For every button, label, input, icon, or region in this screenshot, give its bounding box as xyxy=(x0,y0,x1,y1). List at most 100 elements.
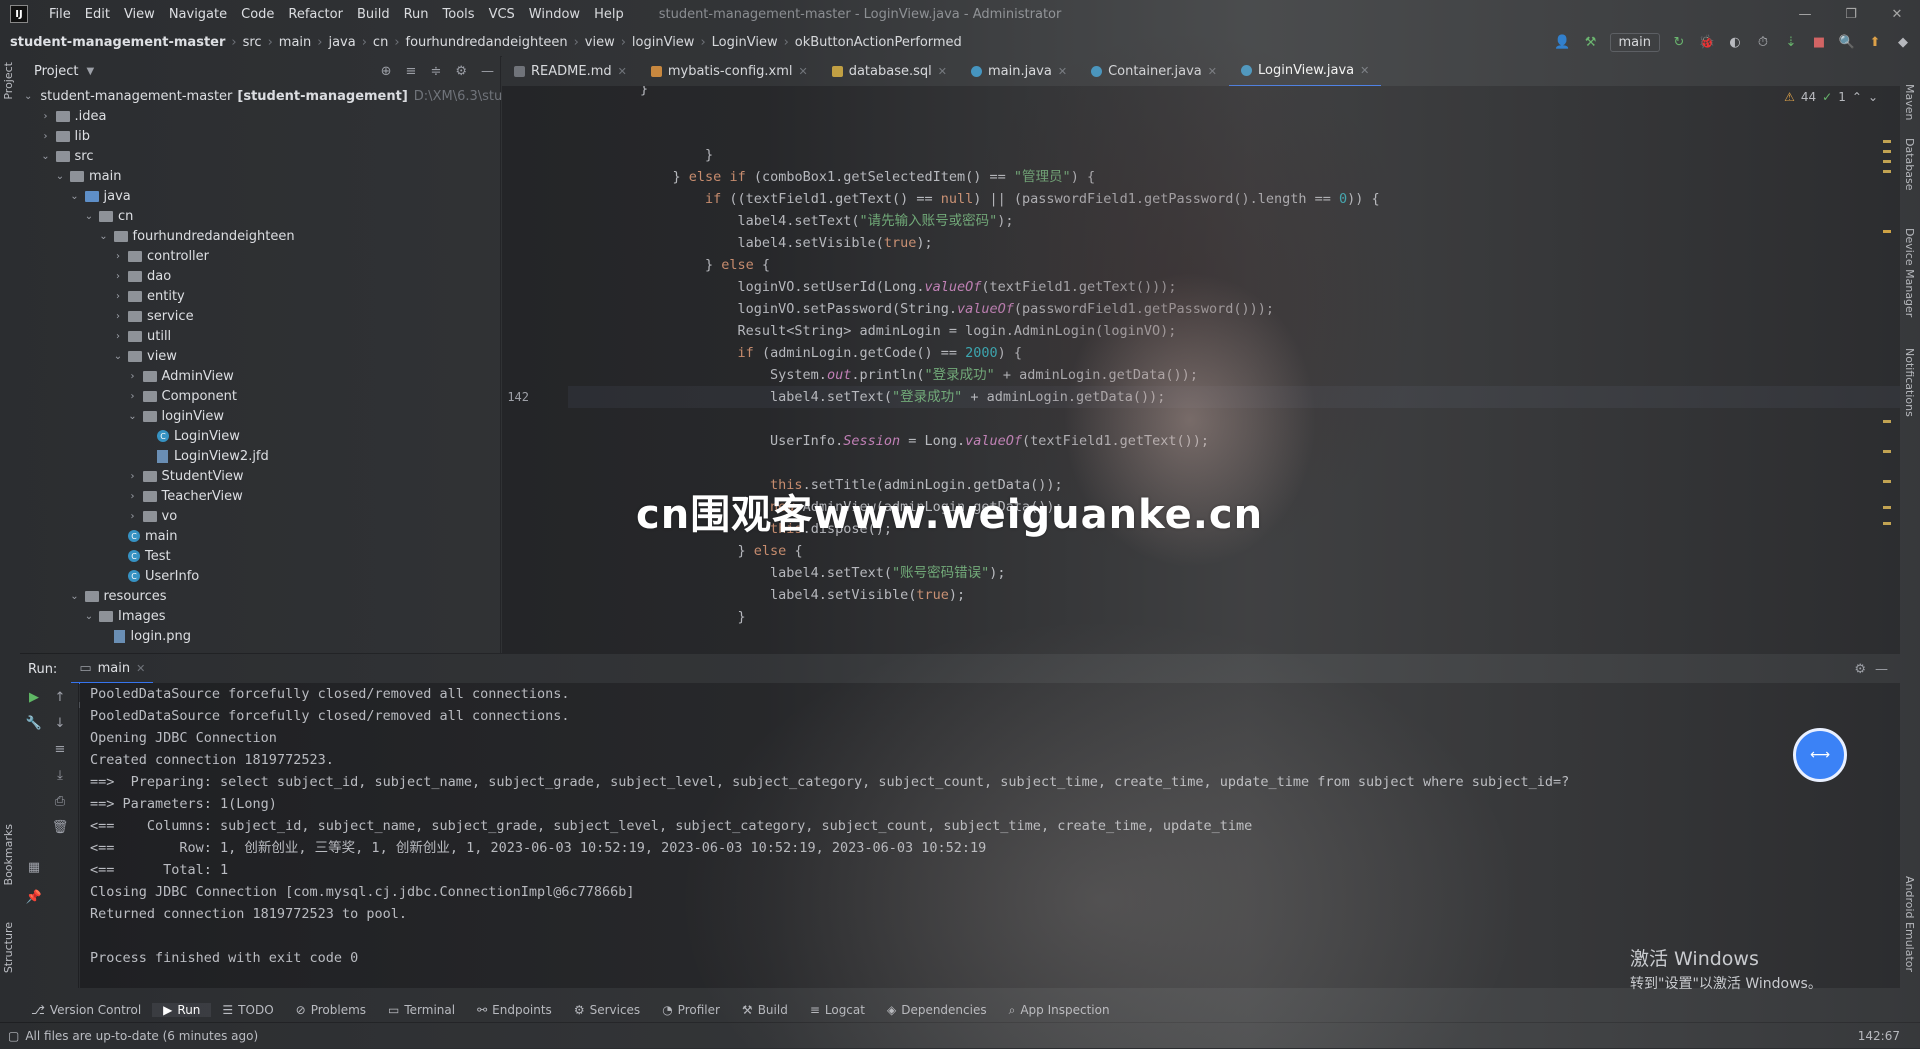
print-icon[interactable]: ⎙ xyxy=(52,793,68,809)
gear-icon[interactable]: ⚙ xyxy=(455,64,467,79)
menu-item-refactor[interactable]: Refactor xyxy=(281,7,350,22)
tool-tab-todo[interactable]: ☰ TODO xyxy=(211,1003,284,1017)
tree-item-controller[interactable]: › controller xyxy=(20,246,500,266)
chevron-right-icon[interactable]: › xyxy=(126,471,140,482)
chevron-right-icon[interactable]: › xyxy=(111,291,125,302)
hide-icon[interactable]: — xyxy=(481,64,494,79)
scroll-to-end-icon[interactable]: ⤓ xyxy=(52,767,68,783)
tree-item-cn[interactable]: ⌄ cn xyxy=(20,206,500,226)
tree-item-studentview[interactable]: › StudentView xyxy=(20,466,500,486)
run-tab-main[interactable]: ▭ main ✕ xyxy=(71,654,154,684)
menu-item-edit[interactable]: Edit xyxy=(78,7,117,22)
editor-tab-mybatis-config-xml[interactable]: mybatis-config.xml ✕ xyxy=(639,56,820,86)
device-manager-tool-tab[interactable]: Device Manager xyxy=(1903,228,1916,317)
tree-item-main[interactable]: ⌄ main xyxy=(20,166,500,186)
layout-icon[interactable]: ▦ xyxy=(26,859,42,875)
chevron-right-icon[interactable]: › xyxy=(126,371,140,382)
tree-item--idea[interactable]: › .idea xyxy=(20,106,500,126)
tree-item-loginview2-jfd[interactable]: LoginView2.jfd xyxy=(20,446,500,466)
collapse-all-icon[interactable]: ≑ xyxy=(430,64,441,79)
arrow-up-icon[interactable]: ↑ xyxy=(52,689,68,705)
tree-item-java[interactable]: ⌄ java xyxy=(20,186,500,206)
chevron-right-icon[interactable]: › xyxy=(111,271,125,282)
breadcrumb-item[interactable]: cn xyxy=(367,35,394,50)
tree-item-dao[interactable]: › dao xyxy=(20,266,500,286)
menu-item-navigate[interactable]: Navigate xyxy=(162,7,234,22)
tool-tab-build[interactable]: ⚒ Build xyxy=(731,1003,799,1017)
wrench-icon[interactable]: 🔧 xyxy=(26,715,42,731)
tool-tab-run[interactable]: ▶ Run xyxy=(152,1003,212,1017)
tool-tab-logcat[interactable]: ≡ Logcat xyxy=(799,1003,876,1017)
tool-tab-version-control[interactable]: ⎇ Version Control xyxy=(20,1003,152,1017)
tree-item-login-png[interactable]: login.png xyxy=(20,626,500,646)
menu-item-run[interactable]: Run xyxy=(397,7,436,22)
tool-tab-terminal[interactable]: ▭ Terminal xyxy=(377,1003,466,1017)
maximize-icon[interactable]: ❐ xyxy=(1828,0,1874,28)
status-icon[interactable]: ▢ xyxy=(8,1029,19,1043)
breadcrumb-item[interactable]: okButtonActionPerformed xyxy=(789,35,968,50)
chevron-down-icon[interactable]: ⌄ xyxy=(68,191,82,202)
chevron-down-icon[interactable]: ▼ xyxy=(86,66,94,77)
tool-tab-problems[interactable]: ⊘ Problems xyxy=(285,1003,377,1017)
menu-item-build[interactable]: Build xyxy=(350,7,397,22)
editor-tab-container-java[interactable]: Container.java ✕ xyxy=(1079,56,1229,86)
emulator-tool-tab[interactable]: Android Emulator xyxy=(1903,876,1916,972)
breadcrumb-item[interactable]: student-management-master xyxy=(4,35,231,50)
tree-item-images[interactable]: ⌄ Images xyxy=(20,606,500,626)
breadcrumb-item[interactable]: loginView xyxy=(626,35,701,50)
menu-item-vcs[interactable]: VCS xyxy=(482,7,522,22)
coverage-icon[interactable]: ◐ xyxy=(1726,33,1744,51)
menu-item-file[interactable]: File xyxy=(42,7,78,22)
close-icon[interactable]: ✕ xyxy=(938,65,947,78)
tool-tab-profiler[interactable]: ◔ Profiler xyxy=(651,1003,731,1017)
chevron-down-icon[interactable]: ⌄ xyxy=(68,591,82,602)
menu-item-view[interactable]: View xyxy=(117,7,162,22)
code-editor[interactable]: ⚠ 44 ✓ 1 ⌃ ⌄ } } } else if (comboBox1.ge… xyxy=(502,86,1900,653)
soft-wrap-icon[interactable]: ≡ xyxy=(52,741,68,757)
tree-item-teacherview[interactable]: › TeacherView xyxy=(20,486,500,506)
close-icon[interactable]: ✕ xyxy=(1208,65,1217,78)
tree-item-test[interactable]: C Test xyxy=(20,546,500,566)
run-console[interactable]: PooledDataSource forcefully closed/remov… xyxy=(80,683,1900,988)
chevron-down-icon[interactable]: ⌄ xyxy=(111,351,125,362)
maven-tool-tab[interactable]: Maven xyxy=(1903,84,1916,120)
hide-icon[interactable]: — xyxy=(1875,662,1888,677)
notifications-tool-tab[interactable]: Notifications xyxy=(1903,348,1916,417)
bookmarks-tool-tab[interactable]: Bookmarks xyxy=(2,824,15,885)
breadcrumb-item[interactable]: view xyxy=(579,35,621,50)
tree-item-component[interactable]: › Component xyxy=(20,386,500,406)
close-icon[interactable]: ✕ xyxy=(1874,0,1920,28)
tree-item-service[interactable]: › service xyxy=(20,306,500,326)
chevron-right-icon[interactable]: › xyxy=(111,311,125,322)
tree-item-loginview[interactable]: ⌄ loginView xyxy=(20,406,500,426)
editor-tab-database-sql[interactable]: database.sql ✕ xyxy=(820,56,959,86)
rerun-icon[interactable]: ▶ xyxy=(26,689,42,705)
editor-tab-loginview-java[interactable]: LoginView.java ✕ xyxy=(1229,55,1382,87)
chevron-right-icon[interactable]: › xyxy=(111,331,125,342)
chevron-right-icon[interactable]: › xyxy=(39,111,53,122)
search-icon[interactable]: 🔍 xyxy=(1838,33,1856,51)
caret-position[interactable]: 142:67 xyxy=(1858,1029,1900,1043)
project-tool-tab[interactable]: Project xyxy=(2,62,15,100)
close-icon[interactable]: ✕ xyxy=(618,65,627,78)
tree-item-view[interactable]: ⌄ view xyxy=(20,346,500,366)
plugin-icon[interactable]: ◆ xyxy=(1894,33,1912,51)
user-icon[interactable]: 👤 xyxy=(1554,33,1572,51)
chevron-down-icon[interactable]: ⌄ xyxy=(82,611,96,622)
tool-tab-services[interactable]: ⚙ Services xyxy=(563,1003,651,1017)
breadcrumb-item[interactable]: src xyxy=(237,35,268,50)
trash-icon[interactable]: 🗑 xyxy=(52,819,69,835)
menu-item-window[interactable]: Window xyxy=(522,7,587,22)
tree-item-entity[interactable]: › entity xyxy=(20,286,500,306)
database-tool-tab[interactable]: Database xyxy=(1903,138,1916,191)
tree-item-adminview[interactable]: › AdminView xyxy=(20,366,500,386)
arrow-down-icon[interactable]: ↓ xyxy=(52,715,68,731)
chevron-right-icon[interactable]: › xyxy=(111,251,125,262)
tool-tab-dependencies[interactable]: ◈ Dependencies xyxy=(876,1003,998,1017)
chevron-down-icon[interactable]: ⌄ xyxy=(82,211,96,222)
chevron-right-icon[interactable]: › xyxy=(126,391,140,402)
tree-item-utill[interactable]: › utill xyxy=(20,326,500,346)
run-config-select[interactable]: main xyxy=(1609,32,1660,52)
tool-tab-app-inspection[interactable]: ⌕ App Inspection xyxy=(998,1003,1121,1018)
close-icon[interactable]: ✕ xyxy=(1360,64,1369,77)
